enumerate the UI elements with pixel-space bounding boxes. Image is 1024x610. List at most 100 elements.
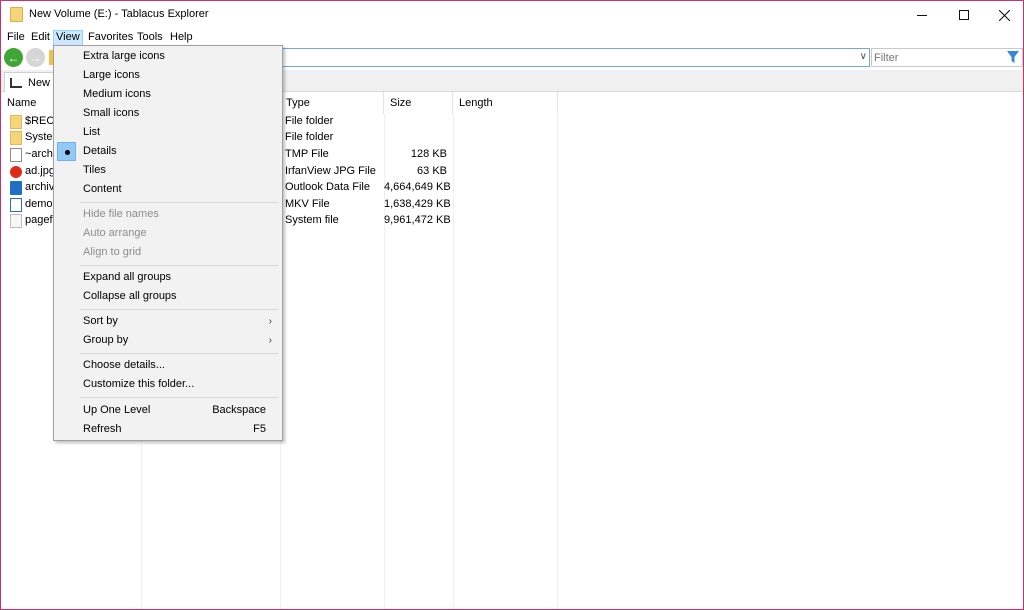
- menu-file[interactable]: File: [5, 30, 27, 46]
- column-header-length[interactable]: Length: [453, 92, 558, 114]
- menu-item-auto-arrange: Auto arrange: [56, 224, 280, 243]
- column-header-size[interactable]: Size: [384, 92, 453, 114]
- menu-separator: [80, 309, 278, 310]
- menu-item-small-icons[interactable]: Small icons: [56, 104, 280, 123]
- chevron-down-icon[interactable]: ∨: [860, 51, 867, 62]
- menu-view[interactable]: View: [53, 30, 83, 46]
- close-button[interactable]: [984, 1, 1024, 29]
- maximize-button[interactable]: [944, 1, 984, 29]
- menu-item-list[interactable]: List: [56, 123, 280, 142]
- menu-item-label: Customize this folder...: [83, 378, 195, 390]
- menu-shortcut: F5: [253, 423, 266, 435]
- menu-tools[interactable]: Tools: [135, 30, 165, 46]
- tab-label: New: [28, 77, 51, 89]
- folder-icon: [10, 131, 22, 145]
- file-size: 63 KB: [417, 165, 447, 177]
- menu-item-expand-all-groups[interactable]: Expand all groups: [56, 268, 280, 287]
- menu-favorites[interactable]: Favorites: [86, 30, 135, 46]
- title-bar: New Volume (E:) - Tablacus Explorer: [1, 1, 1023, 29]
- menu-item-large-icons[interactable]: Large icons: [56, 66, 280, 85]
- menu-item-label: Content: [83, 183, 122, 195]
- menu-item-label: Sort by: [83, 315, 118, 327]
- file-name: Syster: [25, 131, 57, 143]
- explorer-window: New Volume (E:) - Tablacus Explorer File…: [0, 0, 1024, 610]
- menu-item-label: Collapse all groups: [83, 290, 177, 302]
- menu-item-tiles[interactable]: Tiles: [56, 161, 280, 180]
- menu-item-up-one-level[interactable]: Up One Level Backspace: [56, 401, 280, 420]
- file-type: MKV File: [285, 198, 330, 210]
- system-file-icon: [10, 214, 22, 228]
- menu-item-label: Small icons: [83, 107, 140, 119]
- menu-item-medium-icons[interactable]: Medium icons: [56, 85, 280, 104]
- file-size: 4,664,649 KB: [384, 181, 451, 193]
- menu-item-align-to-grid: Align to grid: [56, 243, 280, 262]
- menu-edit[interactable]: Edit: [29, 30, 52, 46]
- file-type: Outlook Data File: [285, 181, 370, 193]
- menu-item-extra-large-icons[interactable]: Extra large icons: [56, 47, 280, 66]
- menu-item-label: Refresh: [83, 423, 122, 435]
- column-header-type[interactable]: Type: [280, 92, 384, 114]
- window-title: New Volume (E:) - Tablacus Explorer: [29, 8, 209, 20]
- menu-item-label: Expand all groups: [83, 271, 172, 283]
- close-icon: [998, 9, 1010, 21]
- file-name: demo: [25, 198, 53, 210]
- menu-shortcut: Backspace: [212, 404, 266, 416]
- file-type: File folder: [285, 131, 334, 143]
- file-type: System file: [285, 214, 339, 226]
- drive-icon: [10, 78, 22, 88]
- file-name: archiv: [25, 181, 55, 193]
- menu-item-label: Extra large icons: [83, 50, 165, 62]
- menu-item-label: Medium icons: [83, 88, 151, 100]
- menu-item-hide-file-names: Hide file names: [56, 205, 280, 224]
- menu-item-details[interactable]: Details: [56, 142, 280, 161]
- file-name: ad.jpg: [25, 165, 55, 177]
- irfanview-icon: [10, 166, 22, 178]
- radio-check-icon: [57, 142, 76, 161]
- file-name: ~arch: [25, 148, 53, 160]
- menu-item-label: List: [83, 126, 101, 138]
- file-icon: [10, 148, 22, 162]
- back-arrow-icon: ←: [7, 50, 20, 65]
- maximize-icon: [959, 10, 969, 20]
- menu-separator: [80, 265, 278, 266]
- menu-item-choose-details[interactable]: Choose details...: [56, 356, 280, 375]
- chevron-right-icon: ›: [268, 316, 272, 327]
- menu-item-label: Tiles: [83, 164, 106, 176]
- menu-help[interactable]: Help: [168, 30, 195, 46]
- file-size: 9,961,472 KB: [384, 214, 451, 226]
- menu-bar: File Edit View Favorites Tools Help: [1, 29, 1023, 46]
- menu-item-customize-folder[interactable]: Customize this folder...: [56, 375, 280, 394]
- file-type: TMP File: [285, 148, 329, 160]
- menu-item-label: Hide file names: [83, 208, 159, 220]
- view-menu: Extra large icons Large icons Medium ico…: [53, 45, 283, 441]
- menu-item-group-by[interactable]: Group by ›: [56, 331, 280, 350]
- bullet-icon: [65, 150, 70, 155]
- minimize-icon: [917, 14, 927, 16]
- back-button[interactable]: ←: [4, 48, 23, 67]
- file-name: pagef: [25, 214, 53, 226]
- menu-separator: [80, 202, 278, 203]
- menu-item-label: Align to grid: [83, 246, 142, 258]
- tab-new[interactable]: New: [4, 72, 54, 92]
- video-file-icon: [10, 198, 22, 212]
- minimize-button[interactable]: [902, 1, 942, 29]
- filter-icon[interactable]: [1007, 51, 1019, 64]
- address-bar[interactable]: ∨: [281, 48, 870, 67]
- menu-item-refresh[interactable]: Refresh F5: [56, 420, 280, 439]
- menu-item-label: Details: [83, 145, 117, 157]
- forward-button[interactable]: →: [26, 48, 45, 67]
- filter-box[interactable]: [871, 48, 1023, 67]
- folder-icon: [10, 7, 23, 22]
- menu-item-collapse-all-groups[interactable]: Collapse all groups: [56, 287, 280, 306]
- file-type: File folder: [285, 115, 334, 127]
- menu-item-content[interactable]: Content: [56, 180, 280, 199]
- menu-item-label: Large icons: [83, 69, 140, 81]
- menu-item-label: Auto arrange: [83, 227, 147, 239]
- forward-arrow-icon: →: [29, 50, 42, 65]
- menu-item-label: Up One Level: [83, 404, 151, 416]
- menu-item-label: Choose details...: [83, 359, 165, 371]
- menu-item-sort-by[interactable]: Sort by ›: [56, 312, 280, 331]
- filter-input[interactable]: [874, 50, 1002, 65]
- file-size: 128 KB: [410, 148, 447, 160]
- folder-icon: [10, 115, 22, 129]
